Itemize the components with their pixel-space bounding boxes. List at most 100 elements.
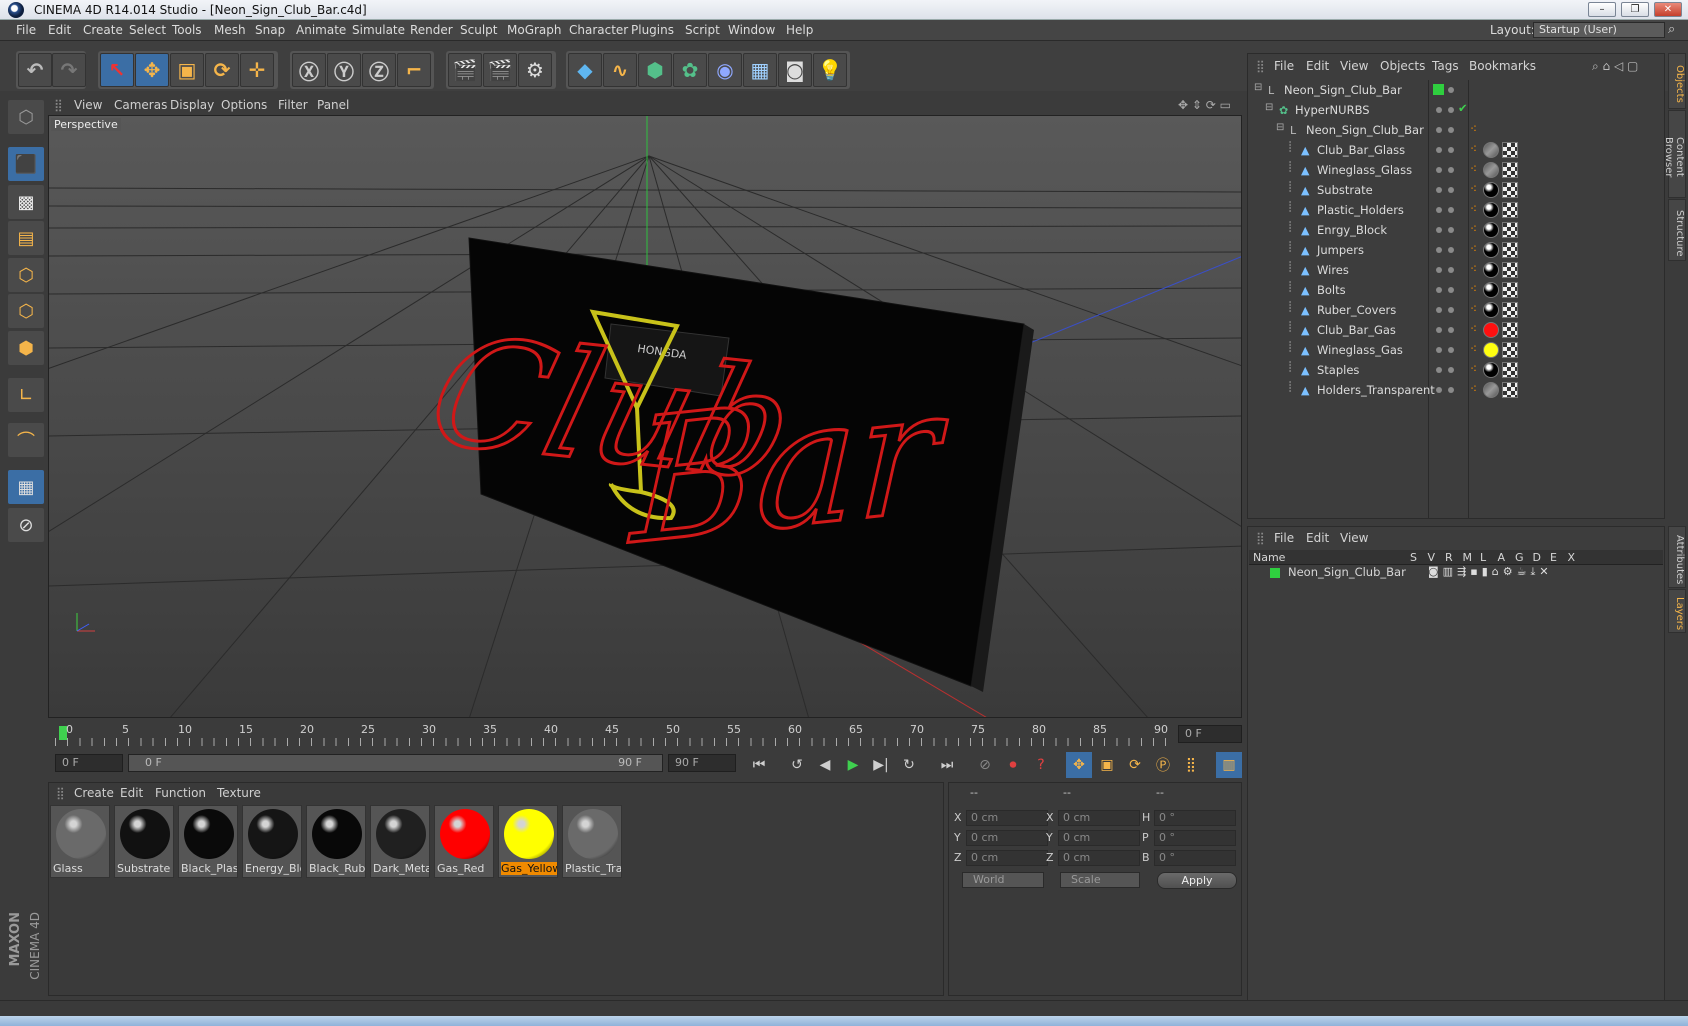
tab-structure[interactable]: Structure [1668, 199, 1686, 261]
array-icon[interactable]: ✿ [673, 53, 707, 87]
layer-color-swatch[interactable] [1270, 568, 1280, 578]
material-swatch[interactable]: Gas_Yellow [498, 805, 558, 878]
texture-tag-icon[interactable] [1502, 142, 1518, 158]
axis-mode-icon[interactable]: ∟ [8, 378, 44, 412]
material-tag-icon[interactable] [1483, 162, 1499, 178]
texture-tag-icon[interactable] [1502, 342, 1518, 358]
visibility-dot[interactable] [1448, 307, 1454, 313]
visibility-dot[interactable] [1436, 187, 1442, 193]
material-tag-icon[interactable] [1483, 202, 1499, 218]
object-name[interactable]: Jumpers [1317, 243, 1364, 257]
object-menu-edit[interactable]: Edit [1306, 59, 1329, 73]
current-frame-field[interactable]: 0 F [1178, 725, 1242, 743]
viewport-menu-panel[interactable]: Panel [317, 98, 349, 112]
recent-tool-icon[interactable]: ✛ [240, 53, 274, 87]
object-name[interactable]: Neon_Sign_Club_Bar [1306, 123, 1424, 137]
coord-value-field[interactable]: 0 ° [1154, 850, 1236, 866]
visibility-dot[interactable] [1448, 247, 1454, 253]
material-tag-icon[interactable] [1483, 182, 1499, 198]
visibility-dot[interactable] [1448, 267, 1454, 273]
layer-menu-view[interactable]: View [1340, 531, 1368, 545]
menu-sculpt[interactable]: Sculpt [460, 23, 497, 37]
object-row[interactable]: ┊ ▲ Club_Bar_Gas ⁖ [1248, 320, 1664, 340]
visibility-dot[interactable] [1436, 367, 1442, 373]
layer-col-header[interactable]: E [1550, 551, 1557, 564]
menu-create[interactable]: Create [83, 23, 123, 37]
phong-tag-icon[interactable]: ⁖ [1470, 182, 1482, 198]
key-rotation-icon[interactable]: ⟳ [1122, 752, 1148, 778]
visibility-dot[interactable] [1436, 307, 1442, 313]
cube-icon[interactable]: ◆ [568, 53, 602, 87]
object-row[interactable]: ⊟ L Neon_Sign_Club_Bar [1248, 80, 1664, 100]
x-axis-icon[interactable]: Ⓧ [292, 53, 326, 87]
visibility-dot[interactable] [1436, 327, 1442, 333]
object-toolbar-icons[interactable]: ⌕ ⌂ ◁ ▢ [1592, 59, 1638, 74]
menu-script[interactable]: Script [685, 23, 720, 37]
visibility-dot[interactable] [1448, 367, 1454, 373]
floor-icon[interactable]: ▦ [743, 53, 777, 87]
material-menu-function[interactable]: Function [155, 786, 206, 800]
object-name[interactable]: Wineglass_Glass [1317, 163, 1412, 177]
visibility-dot[interactable] [1448, 287, 1454, 293]
menu-plugins[interactable]: Plugins [631, 23, 674, 37]
coord-scale-dropdown[interactable]: Scale [1060, 872, 1140, 888]
coord-mode-dropdown[interactable]: World [962, 872, 1044, 888]
scale-icon[interactable]: ▣ [170, 53, 204, 87]
perspective-viewport[interactable]: HONGDA Club Bar Perspective [48, 115, 1242, 718]
coord-value-field[interactable]: 0 cm [1058, 850, 1140, 866]
phong-tag-icon[interactable]: ⁖ [1470, 162, 1482, 178]
layer-col-header[interactable]: L [1480, 551, 1486, 564]
phong-tag-icon[interactable]: ⁖ [1470, 362, 1482, 378]
object-row[interactable]: ┊ ▲ Staples ⁖ [1248, 360, 1664, 380]
object-row[interactable]: ┊ ▲ Plastic_Holders ⁖ [1248, 200, 1664, 220]
spline-icon[interactable]: ∿ [603, 53, 637, 87]
material-swatch[interactable]: Glass [50, 805, 110, 878]
timeline-ruler[interactable] [55, 738, 1175, 746]
viewport-menu-view[interactable]: View [74, 98, 102, 112]
deformer-icon[interactable]: ◉ [708, 53, 742, 87]
object-name[interactable]: Plastic_Holders [1317, 203, 1404, 217]
visibility-dot[interactable] [1448, 187, 1454, 193]
visibility-dot[interactable] [1448, 127, 1454, 133]
next-frame-icon[interactable]: ▶| [868, 752, 894, 778]
object-row[interactable]: ┊ ▲ Holders_Transparent ⁖ [1248, 380, 1664, 400]
menu-edit[interactable]: Edit [48, 23, 71, 37]
render-settings-icon[interactable]: ⚙ [518, 53, 552, 87]
menu-help[interactable]: Help [786, 23, 813, 37]
apply-button[interactable]: Apply [1157, 872, 1237, 889]
object-name[interactable]: HyperNURBS [1295, 103, 1370, 117]
tab-content-browser[interactable]: Content Browser [1663, 110, 1686, 198]
material-tag-icon[interactable] [1483, 302, 1499, 318]
collapse-icon[interactable]: ⊟ [1254, 82, 1262, 93]
viewport-menu-display[interactable]: Display [170, 98, 214, 112]
y-axis-icon[interactable]: Ⓨ [327, 53, 361, 87]
layer-col-header[interactable]: A [1498, 551, 1506, 564]
coord-value-field[interactable]: 0 cm [1058, 810, 1140, 826]
tab-attributes[interactable]: Attributes [1668, 526, 1686, 588]
object-name[interactable]: Club_Bar_Glass [1317, 143, 1405, 157]
object-row[interactable]: ┊ ▲ Bolts ⁖ [1248, 280, 1664, 300]
redo-icon[interactable]: ↷ [52, 53, 86, 87]
visibility-dot[interactable] [1448, 207, 1454, 213]
layer-col-header[interactable]: R [1445, 551, 1453, 564]
phong-tag-icon[interactable]: ⁖ [1470, 282, 1482, 298]
material-tag-icon[interactable] [1483, 142, 1499, 158]
render-picture-viewer-icon[interactable]: 🎬 [483, 53, 517, 87]
menu-select[interactable]: Select [129, 23, 166, 37]
undo-icon[interactable]: ↶ [18, 53, 52, 87]
viewport-nav-icons[interactable]: ✥ ⇕ ⟳ ▭ [1178, 98, 1231, 112]
object-row[interactable]: ┊ ▲ Wires ⁖ [1248, 260, 1664, 280]
visibility-dot[interactable] [1436, 247, 1442, 253]
visibility-dot[interactable] [1436, 107, 1442, 113]
viewport-menu-options[interactable]: Options [221, 98, 267, 112]
phong-tag-icon[interactable]: ⁖ [1470, 382, 1482, 398]
layer-col-header[interactable]: M [1463, 551, 1473, 564]
object-name[interactable]: Enrgy_Block [1317, 223, 1387, 237]
object-menu-bookmarks[interactable]: Bookmarks [1469, 59, 1536, 73]
material-tag-icon[interactable] [1483, 222, 1499, 238]
object-name[interactable]: Ruber_Covers [1317, 303, 1396, 317]
object-name[interactable]: Substrate [1317, 183, 1373, 197]
visibility-dot[interactable] [1448, 107, 1454, 113]
texture-tag-icon[interactable] [1502, 262, 1518, 278]
visibility-dot[interactable] [1448, 227, 1454, 233]
